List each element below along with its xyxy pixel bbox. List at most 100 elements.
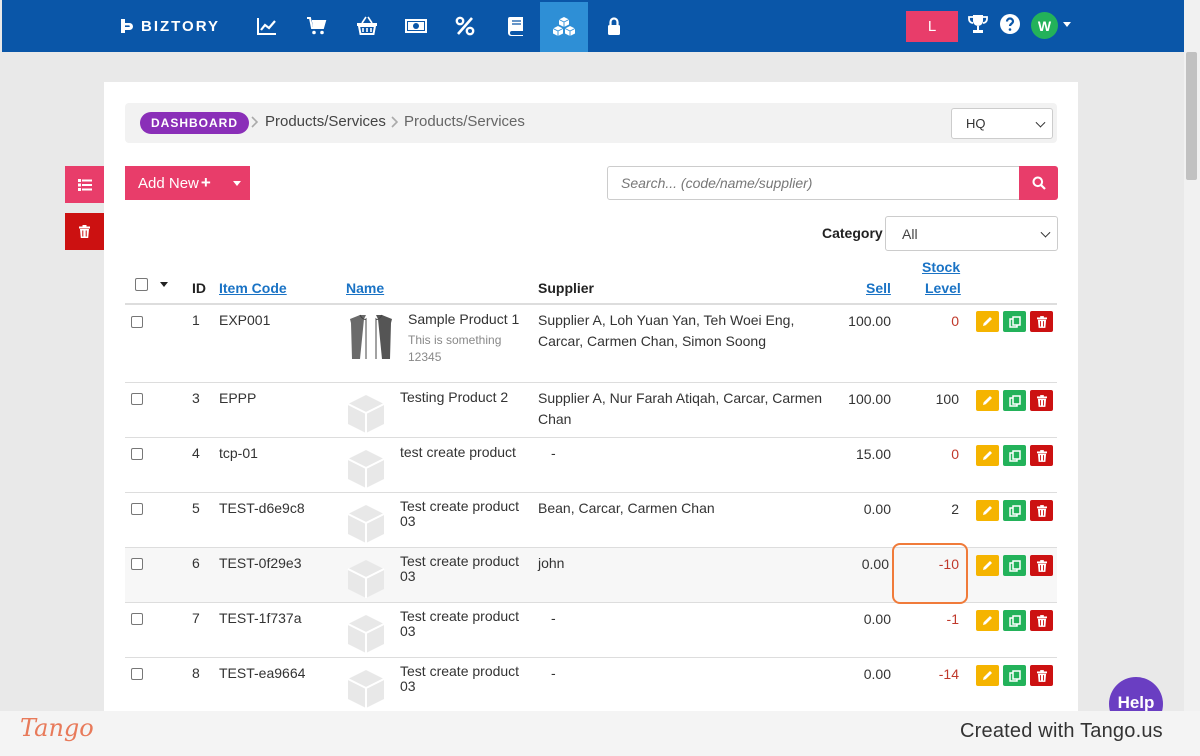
select-all-checkbox[interactable]	[135, 278, 148, 291]
row-checkbox[interactable]	[131, 613, 143, 625]
row-product-name-2[interactable]: 03	[400, 514, 416, 529]
duplicate-button[interactable]	[1003, 555, 1026, 576]
help-circle-icon[interactable]	[999, 13, 1021, 35]
nav-accounting[interactable]	[491, 2, 539, 50]
search-button[interactable]	[1019, 166, 1058, 200]
product-placeholder-box-icon	[347, 560, 385, 598]
table-row[interactable]: 8 TEST-ea9664 Test create product 03 - 0…	[125, 658, 1057, 713]
row-product-name[interactable]: Test create product	[400, 554, 519, 569]
bulk-delete-button[interactable]	[65, 213, 104, 250]
col-stock-level-sort-link[interactable]: Stock	[922, 259, 960, 275]
table-row[interactable]: 5 TEST-d6e9c8 Test create product 03 Bea…	[125, 493, 1057, 548]
nav-inventory[interactable]	[540, 2, 588, 52]
pencil-icon	[983, 451, 992, 460]
delete-button[interactable]	[1030, 390, 1053, 411]
row-product-name[interactable]: Sample Product 1	[408, 312, 519, 327]
delete-button[interactable]	[1030, 311, 1053, 332]
delete-button[interactable]	[1030, 610, 1053, 631]
category-select[interactable]: All	[885, 216, 1058, 251]
col-item-code-sort-link[interactable]: Item Code	[219, 280, 287, 296]
trophy-icon[interactable]	[967, 13, 989, 35]
duplicate-button[interactable]	[1003, 665, 1026, 686]
row-supplier: Bean, Carcar, Carmen Chan	[538, 500, 715, 516]
user-menu-chevron-down-icon[interactable]	[1063, 22, 1071, 27]
chevron-down-icon	[1035, 117, 1046, 128]
row-checkbox[interactable]	[131, 558, 143, 570]
edit-button[interactable]	[976, 665, 999, 686]
col-sell-sort-link[interactable]: Sell	[866, 280, 891, 296]
row-item-code: TEST-ea9664	[219, 665, 306, 681]
cubes-icon	[553, 17, 575, 36]
nav-security[interactable]	[590, 2, 638, 50]
row-supplier: Supplier A, Nur Farah Atiqah, Carcar, Ca…	[538, 390, 823, 406]
basket-icon	[357, 16, 377, 35]
row-product-name[interactable]: Test create product	[400, 664, 519, 679]
row-product-name-2[interactable]: 03	[400, 679, 416, 694]
product-placeholder-box-icon	[347, 505, 385, 543]
row-item-code: TEST-0f29e3	[219, 555, 302, 571]
col-name-sort-link[interactable]: Name	[346, 280, 384, 296]
row-item-code: EXP001	[219, 312, 271, 328]
row-checkbox[interactable]	[131, 393, 143, 405]
row-product-description-2: 12345	[408, 350, 442, 364]
biztory-logo[interactable]: BIZTORY	[118, 15, 220, 37]
duplicate-button[interactable]	[1003, 311, 1026, 332]
table-row[interactable]: 4 tcp-01 test create product - 15.00 0	[125, 438, 1057, 493]
row-stock-level: 0	[951, 446, 959, 462]
row-checkbox[interactable]	[131, 503, 143, 515]
delete-button[interactable]	[1030, 445, 1053, 466]
table-row[interactable]: 3 EPPP Testing Product 2 Supplier A, Nur…	[125, 383, 1057, 438]
nav-payments[interactable]	[392, 2, 440, 50]
edit-button[interactable]	[976, 610, 999, 631]
user-badge-button[interactable]: L	[906, 11, 958, 42]
nav-promotions[interactable]	[441, 2, 489, 50]
edit-button[interactable]	[976, 555, 999, 576]
row-checkbox[interactable]	[131, 316, 143, 328]
search-input[interactable]	[607, 166, 1020, 200]
row-supplier: Supplier A, Loh Yuan Yan, Teh Woei Eng,	[538, 312, 795, 328]
user-avatar[interactable]: W	[1031, 12, 1058, 39]
edit-button[interactable]	[976, 445, 999, 466]
row-product-name-2[interactable]: 03	[400, 624, 416, 639]
bulk-actions-chevron-icon[interactable]	[160, 282, 168, 287]
delete-button[interactable]	[1030, 500, 1053, 521]
table-row[interactable]: 7 TEST-1f737a Test create product 03 - 0…	[125, 603, 1057, 658]
trash-icon	[1036, 669, 1047, 682]
breadcrumb-item[interactable]: Products/Services	[265, 113, 386, 130]
duplicate-button[interactable]	[1003, 500, 1026, 521]
row-product-name-2[interactable]: 03	[400, 569, 416, 584]
duplicate-button[interactable]	[1003, 610, 1026, 631]
nav-purchases[interactable]	[343, 2, 391, 50]
branch-select[interactable]: HQ	[951, 108, 1053, 139]
breadcrumb-dashboard-link[interactable]: DASHBOARD	[140, 112, 249, 134]
duplicate-button[interactable]	[1003, 390, 1026, 411]
add-new-button[interactable]: Add New +	[125, 166, 250, 200]
trash-icon	[1036, 559, 1047, 572]
edit-button[interactable]	[976, 390, 999, 411]
row-product-name[interactable]: Testing Product 2	[400, 390, 508, 405]
col-id-header: ID	[192, 280, 206, 296]
row-product-name[interactable]: Test create product	[400, 499, 519, 514]
row-product-name[interactable]: test create product	[400, 445, 516, 460]
delete-button[interactable]	[1030, 555, 1053, 576]
copy-icon	[1008, 614, 1021, 627]
toggle-list-button[interactable]	[65, 166, 104, 203]
copy-icon	[1008, 315, 1021, 328]
row-product-name[interactable]: Test create product	[400, 609, 519, 624]
nav-reports[interactable]	[243, 2, 291, 50]
row-checkbox[interactable]	[131, 668, 143, 680]
add-new-dropdown-chevron-icon[interactable]	[233, 181, 241, 186]
col-stock-level-sort-link-2[interactable]: Level	[925, 280, 961, 296]
page-scrollbar-thumb[interactable]	[1186, 52, 1197, 180]
delete-button[interactable]	[1030, 665, 1053, 686]
pencil-icon	[983, 506, 992, 515]
edit-button[interactable]	[976, 500, 999, 521]
row-checkbox[interactable]	[131, 448, 143, 460]
edit-button[interactable]	[976, 311, 999, 332]
row-item-code: TEST-d6e9c8	[219, 500, 305, 516]
duplicate-button[interactable]	[1003, 445, 1026, 466]
nav-sales[interactable]	[293, 2, 341, 50]
row-stock-level: -1	[946, 611, 959, 627]
table-row[interactable]: 1 EXP001 Sample Product 1 This is someth…	[125, 305, 1057, 383]
stock-level-highlight	[892, 543, 968, 604]
